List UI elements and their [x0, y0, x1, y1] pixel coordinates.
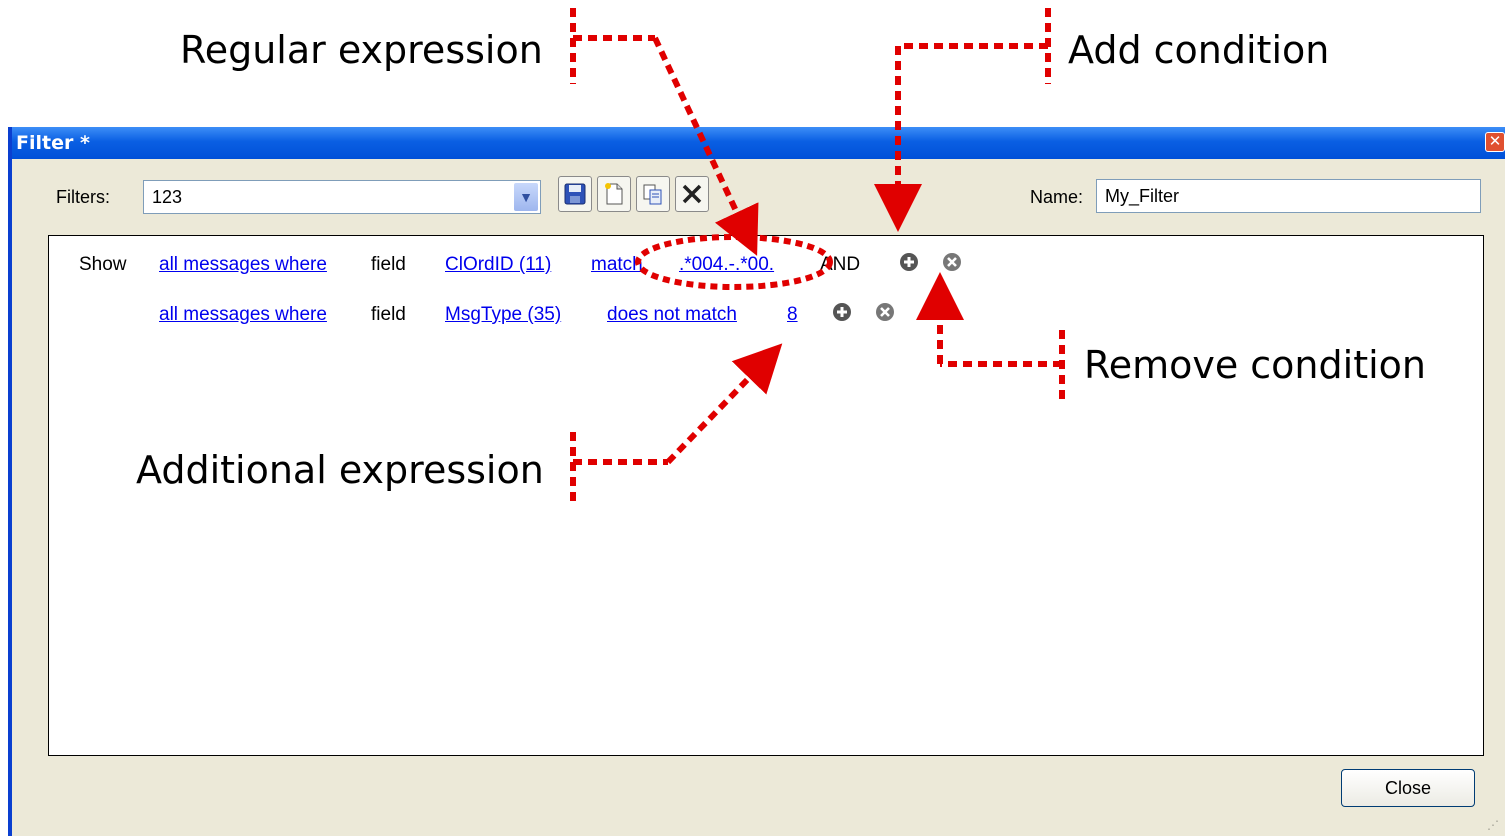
condition-2-field-link[interactable]: MsgType (35) [445, 304, 561, 326]
add-condition-bracket [898, 8, 1051, 84]
regex-bracket [570, 8, 655, 84]
copy-icon [643, 184, 662, 205]
condition-2-operator-link[interactable]: does not match [607, 304, 737, 326]
condition-2-field-label: field [371, 304, 406, 325]
window-close-icon[interactable]: ✕ [1485, 132, 1505, 152]
window-title: Filter * [16, 132, 90, 154]
filter-name-input[interactable] [1096, 179, 1481, 213]
save-filter-button[interactable] [558, 176, 592, 212]
copy-filter-button[interactable] [636, 176, 670, 212]
condition-1-field-link[interactable]: ClOrdID (11) [445, 254, 551, 276]
annotation-regular-expression: Regular expression [180, 28, 543, 72]
annotation-add-condition: Add condition [1068, 28, 1330, 72]
delete-filter-button[interactable] [675, 176, 709, 212]
conditions-panel: Show all messages where field ClOrdID (1… [48, 235, 1484, 756]
save-icon [564, 183, 586, 205]
condition-1-field-label: field [371, 254, 406, 275]
annotation-remove-condition: Remove condition [1084, 343, 1426, 387]
condition-1-operator-link[interactable]: match [591, 254, 643, 276]
new-filter-button[interactable] [597, 176, 631, 212]
title-bar: Filter * ✕ [12, 127, 1505, 159]
close-button[interactable]: Close [1341, 769, 1475, 807]
condition-1-add-icon[interactable] [899, 252, 919, 272]
filters-label: Filters: [56, 187, 110, 207]
delete-icon [682, 184, 702, 204]
name-label: Name: [1030, 187, 1084, 207]
filters-dropdown[interactable]: 123 ▼ [143, 180, 541, 214]
condition-2-remove-icon[interactable] [875, 302, 895, 322]
condition-2-scope-link[interactable]: all messages where [159, 304, 327, 326]
condition-1-value-link[interactable]: .*004.-.*00. [679, 254, 774, 276]
show-label: Show [79, 254, 127, 275]
condition-1-scope-link[interactable]: all messages where [159, 254, 327, 276]
new-document-icon [605, 183, 623, 205]
chevron-down-icon[interactable]: ▼ [514, 183, 538, 211]
filters-dropdown-value: 123 [152, 187, 183, 207]
annotation-additional-expression: Additional expression [136, 448, 544, 492]
condition-1-remove-icon[interactable] [942, 252, 962, 272]
condition-2-add-icon[interactable] [832, 302, 852, 322]
condition-2-value-link[interactable]: 8 [787, 304, 798, 326]
resize-grip-icon[interactable]: ⋰ [1487, 818, 1499, 832]
condition-1-conjunction: AND [820, 254, 861, 275]
